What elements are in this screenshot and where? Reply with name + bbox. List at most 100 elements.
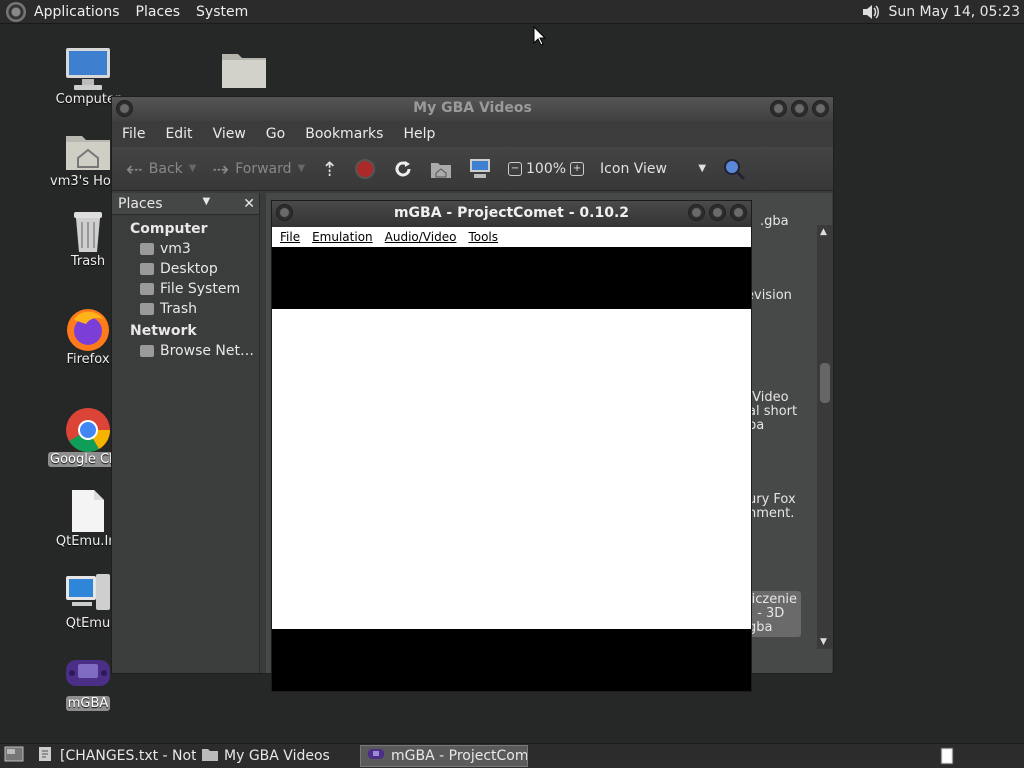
reload-icon [395, 160, 411, 176]
bottom-panel: [CHANGES.txt - Not… My GBA Videos mGBA -… [0, 743, 1024, 768]
mgba-window: mGBA - ProjectComet - 0.10.2 File Emulat… [271, 200, 752, 692]
file-browser-titlebar[interactable]: My GBA Videos [112, 97, 833, 121]
minimize-button[interactable] [770, 100, 787, 117]
zoom-out-icon[interactable]: − [508, 161, 523, 176]
scroll-up-icon[interactable]: ▲ [820, 227, 827, 237]
clock[interactable]: Sun May 14, 05:23 [888, 4, 1020, 20]
top-panel: Applications Places System Sun May 14, 0… [0, 0, 1024, 24]
view-mode-select[interactable]: Icon View ▼ [594, 153, 712, 185]
zoom-control: − 100% + [502, 153, 590, 185]
search-button[interactable] [716, 153, 752, 185]
file-browser-toolbar: ⇠ Back ▼ ⇢ Forward ▼ ⇡ − 100% + Icon Vie… [112, 147, 833, 191]
chevron-down-icon[interactable]: ▼ [298, 163, 306, 174]
minimize-button[interactable] [688, 204, 705, 221]
close-button[interactable] [730, 204, 747, 221]
game-screen[interactable] [272, 309, 751, 629]
chevron-down-icon[interactable]: ▼ [189, 163, 197, 174]
close-button[interactable] [812, 100, 829, 117]
trash-icon [140, 302, 154, 315]
chevron-down-icon: ▼ [202, 195, 211, 207]
back-arrow-icon: ⇠ [126, 156, 143, 181]
menu-help[interactable]: Help [393, 126, 445, 142]
chevron-down-icon: ▼ [698, 163, 707, 174]
computer-icon [64, 46, 112, 92]
menu-file[interactable]: File [112, 126, 155, 142]
clock-area: Sun May 14, 05:23 [860, 0, 1020, 24]
folder-icon[interactable] [221, 50, 267, 94]
qtemu-icon [64, 570, 112, 616]
menu-tools[interactable]: Tools [464, 230, 506, 244]
places-sidebar: Places ▼ ✕ Computer vm3 Desktop File Sys… [112, 193, 260, 673]
folder-icon [202, 747, 218, 765]
trash-icon [64, 208, 112, 254]
sidebar-mode-select[interactable]: Places ▼ [118, 196, 210, 212]
back-button[interactable]: ⇠ Back ▼ [120, 153, 202, 185]
chrome-icon [64, 406, 112, 452]
stop-button[interactable] [348, 153, 382, 185]
taskbar-item-my-gba-videos[interactable]: My GBA Videos [196, 745, 360, 767]
home-folder-icon [64, 128, 112, 174]
computer-icon [470, 158, 491, 178]
show-desktop-icon[interactable] [4, 745, 24, 767]
sidebar-header: Places ▼ ✕ [112, 193, 259, 215]
mgba-titlebar[interactable]: mGBA - ProjectComet - 0.10.2 [272, 201, 751, 227]
firefox-icon [64, 306, 112, 352]
zoom-level: 100% [526, 160, 567, 177]
sidebar-item-vm3[interactable]: vm3 [112, 237, 259, 257]
mgba-menubar: File Emulation Audio/Video Tools [272, 227, 751, 247]
menu-places[interactable]: Places [128, 4, 189, 20]
sidebar-item-file-system[interactable]: File System [112, 277, 259, 297]
desktop-folder-icon [140, 262, 154, 275]
mouse-cursor-icon [533, 26, 547, 46]
reload-button[interactable] [386, 153, 420, 185]
up-arrow-icon: ⇡ [321, 156, 339, 181]
menu-applications[interactable]: Applications [26, 4, 128, 20]
stop-icon [355, 158, 376, 179]
window-menu-button[interactable] [116, 100, 133, 117]
taskbar-item-mgba[interactable]: mGBA - ProjectCom… [360, 745, 528, 767]
menu-file[interactable]: File [276, 230, 308, 244]
sidebar-item-trash[interactable]: Trash [112, 297, 259, 317]
sidebar-item-browse-network[interactable]: Browse Net… [112, 339, 259, 359]
vertical-scrollbar[interactable]: ▲ ▼ [817, 225, 833, 649]
menu-audio-video[interactable]: Audio/Video [381, 230, 465, 244]
file-label-partial[interactable]: Video al short ba [748, 391, 797, 433]
menu-edit[interactable]: Edit [155, 126, 202, 142]
zoom-in-icon[interactable]: + [570, 161, 585, 176]
file-label-partial[interactable]: .gba [760, 215, 789, 229]
speaker-icon[interactable] [860, 2, 880, 22]
window-menu-button[interactable] [276, 204, 293, 221]
file-label-partial[interactable]: evision l [746, 289, 792, 317]
file-icon [64, 488, 112, 534]
maximize-button[interactable] [791, 100, 808, 117]
text-editor-icon [38, 746, 54, 766]
sidebar-item-desktop[interactable]: Desktop [112, 257, 259, 277]
menu-system[interactable]: System [188, 4, 256, 20]
search-icon [724, 158, 746, 180]
letterbox-top [272, 247, 751, 309]
scroll-thumb[interactable] [820, 363, 830, 403]
menu-bookmarks[interactable]: Bookmarks [295, 126, 393, 142]
file-label-partial-selected[interactable]: liczenie ] - 3D gba [744, 591, 802, 637]
menu-view[interactable]: View [203, 126, 256, 142]
sidebar-section-computer: Computer [130, 221, 208, 237]
close-icon[interactable]: ✕ [243, 196, 255, 212]
home-button[interactable] [424, 153, 458, 185]
window-title: My GBA Videos [413, 100, 532, 116]
gnome-foot-icon[interactable] [6, 1, 26, 22]
window-title: mGBA - ProjectComet - 0.10.2 [393, 205, 630, 221]
file-browser-menubar: File Edit View Go Bookmarks Help [112, 121, 833, 147]
computer-button[interactable] [462, 153, 498, 185]
up-button[interactable]: ⇡ [315, 153, 344, 185]
taskbar-item-changes[interactable]: [CHANGES.txt - Not… [32, 745, 196, 767]
mgba-icon [64, 650, 112, 696]
maximize-button[interactable] [709, 204, 726, 221]
menu-emulation[interactable]: Emulation [308, 230, 381, 244]
forward-arrow-icon: ⇢ [212, 156, 230, 181]
workspace-switcher-icon[interactable] [938, 747, 956, 768]
menu-go[interactable]: Go [256, 126, 295, 142]
file-label-partial[interactable]: ury Fox nment. [748, 493, 796, 521]
drive-icon [140, 282, 154, 295]
scroll-down-icon[interactable]: ▼ [820, 637, 827, 647]
forward-button[interactable]: ⇢ Forward ▼ [206, 153, 311, 185]
